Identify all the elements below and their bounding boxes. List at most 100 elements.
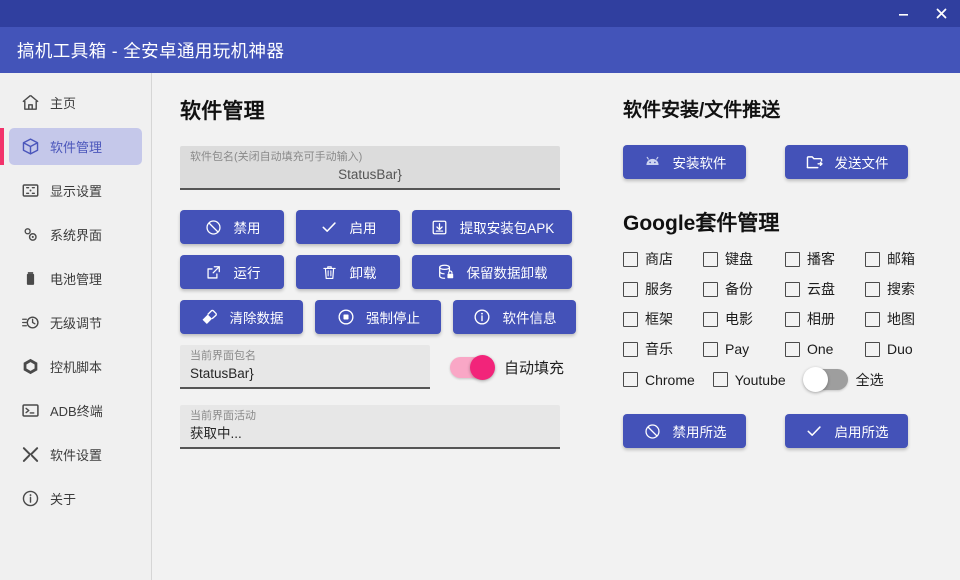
checkbox-box[interactable] <box>703 282 718 297</box>
button-label: 卸载 <box>350 262 377 282</box>
checkbox-box[interactable] <box>785 282 800 297</box>
checkbox-label: 商店 <box>645 249 673 269</box>
sidebar-item-about[interactable]: 关于 <box>9 480 142 517</box>
sidebar-item-control-script[interactable]: 控机脚本 <box>9 348 142 385</box>
check-icon <box>320 218 339 237</box>
enable-button[interactable]: 启用 <box>296 210 400 244</box>
autofill-toggle[interactable]: 自动填充 <box>450 357 564 378</box>
checkbox-box[interactable] <box>623 312 638 327</box>
checkbox-box[interactable] <box>865 282 880 297</box>
install-software-button[interactable]: 安装软件 <box>623 145 746 179</box>
send-file-button[interactable]: 发送文件 <box>785 145 908 179</box>
checkbox-services[interactable]: 服务 <box>623 279 703 299</box>
package-name-label: 软件包名(关闭自动填充可手动输入) <box>190 150 550 165</box>
disable-selected-button[interactable]: 禁用所选 <box>623 414 746 448</box>
package-name-input[interactable]: 软件包名(关闭自动填充可手动输入) StatusBar} <box>180 146 560 190</box>
button-label: 发送文件 <box>835 152 889 172</box>
current-package-field: 当前界面包名 StatusBar} <box>180 345 430 389</box>
checkbox-box[interactable] <box>703 342 718 357</box>
select-all-toggle[interactable]: 全选 <box>804 369 884 390</box>
checkbox-podcast[interactable]: 播客 <box>785 249 865 269</box>
button-label: 禁用所选 <box>673 421 727 441</box>
checkbox-box[interactable] <box>785 252 800 267</box>
checkbox-label: 相册 <box>807 309 835 329</box>
enable-selected-button[interactable]: 启用所选 <box>785 414 908 448</box>
checkbox-pay[interactable]: Pay <box>703 339 785 359</box>
run-button[interactable]: 运行 <box>180 255 284 289</box>
sidebar-item-adb-terminal[interactable]: ADB终端 <box>9 392 142 429</box>
minimize-button[interactable] <box>884 0 922 27</box>
checkbox-box[interactable] <box>865 342 880 357</box>
uninstall-button[interactable]: 卸载 <box>296 255 400 289</box>
extract-apk-button[interactable]: 提取安装包APK <box>412 210 572 244</box>
right-pane: 软件安装/文件推送 安装软件 发送文件 G <box>607 73 960 580</box>
sidebar-item-label: 软件设置 <box>50 445 102 464</box>
checkbox-framework[interactable]: 框架 <box>623 309 703 329</box>
hexagon-icon <box>19 356 41 378</box>
checkbox-mail[interactable]: 邮箱 <box>865 249 945 269</box>
checkbox-duo[interactable]: Duo <box>865 339 945 359</box>
button-label: 禁用 <box>234 217 261 237</box>
current-activity-value: 获取中... <box>190 424 550 443</box>
sidebar-item-software-settings[interactable]: 软件设置 <box>9 436 142 473</box>
sidebar-item-label: 控机脚本 <box>50 357 102 376</box>
button-label: 强制停止 <box>366 307 420 327</box>
button-row-1: 禁用 启用 提取安装包APK <box>180 210 607 244</box>
checkbox-chrome[interactable]: Chrome <box>623 372 695 388</box>
checkbox-box[interactable] <box>703 312 718 327</box>
package-name-value: StatusBar} <box>190 165 550 184</box>
select-all-switch[interactable] <box>804 369 848 390</box>
checkbox-box[interactable] <box>785 312 800 327</box>
sidebar-item-label: 主页 <box>50 93 76 112</box>
button-label: 清除数据 <box>230 307 284 327</box>
checkbox-search[interactable]: 搜索 <box>865 279 945 299</box>
checkbox-youtube[interactable]: Youtube <box>713 372 786 388</box>
checkbox-box[interactable] <box>703 252 718 267</box>
checkbox-label: 搜索 <box>887 279 915 299</box>
uninstall-keep-data-button[interactable]: 保留数据卸载 <box>412 255 572 289</box>
checkbox-label: 服务 <box>645 279 673 299</box>
checkbox-box[interactable] <box>623 282 638 297</box>
clear-data-button[interactable]: 清除数据 <box>180 300 303 334</box>
sidebar-item-battery-manage[interactable]: 电池管理 <box>9 260 142 297</box>
checkbox-music[interactable]: 音乐 <box>623 339 703 359</box>
autofill-switch[interactable] <box>450 357 494 378</box>
checkbox-maps[interactable]: 地图 <box>865 309 945 329</box>
sidebar: 主页 软件管理 显示设置 系统界面 <box>0 73 152 580</box>
software-info-button[interactable]: 软件信息 <box>453 300 576 334</box>
checkbox-drive[interactable]: 云盘 <box>785 279 865 299</box>
checkbox-box[interactable] <box>865 252 880 267</box>
display-icon <box>19 180 41 202</box>
checkbox-box[interactable] <box>713 372 728 387</box>
checkbox-box[interactable] <box>623 372 638 387</box>
switch-knob <box>803 367 828 392</box>
checkbox-one[interactable]: One <box>785 339 865 359</box>
sidebar-item-stepless-adjust[interactable]: 无级调节 <box>9 304 142 341</box>
disable-button[interactable]: 禁用 <box>180 210 284 244</box>
checkbox-movies[interactable]: 电影 <box>703 309 785 329</box>
checkbox-backup[interactable]: 备份 <box>703 279 785 299</box>
checkbox-box[interactable] <box>623 252 638 267</box>
autofill-label: 自动填充 <box>504 357 564 378</box>
checkbox-keyboard[interactable]: 键盘 <box>703 249 785 269</box>
sidebar-item-system-ui[interactable]: 系统界面 <box>9 216 142 253</box>
checkbox-store[interactable]: 商店 <box>623 249 703 269</box>
sidebar-item-display-settings[interactable]: 显示设置 <box>9 172 142 209</box>
app-header: 搞机工具箱 - 全安卓通用玩机神器 <box>0 27 960 73</box>
google-suite-title: Google套件管理 <box>623 207 960 237</box>
terminal-icon <box>19 400 41 422</box>
force-stop-button[interactable]: 强制停止 <box>315 300 441 334</box>
main-content: 软件管理 软件包名(关闭自动填充可手动输入) StatusBar} 禁用 <box>152 73 960 580</box>
checkbox-photos[interactable]: 相册 <box>785 309 865 329</box>
sidebar-item-label: ADB终端 <box>50 401 103 420</box>
close-button[interactable] <box>922 0 960 27</box>
sidebar-item-home[interactable]: 主页 <box>9 84 142 121</box>
checkbox-box[interactable] <box>865 312 880 327</box>
checkbox-box[interactable] <box>623 342 638 357</box>
current-package-label: 当前界面包名 <box>190 349 420 364</box>
checkbox-box[interactable] <box>785 342 800 357</box>
info-circle-icon <box>473 308 492 327</box>
sidebar-item-software-manage[interactable]: 软件管理 <box>9 128 142 165</box>
database-lock-icon <box>437 263 456 282</box>
sidebar-item-label: 无级调节 <box>50 313 102 332</box>
